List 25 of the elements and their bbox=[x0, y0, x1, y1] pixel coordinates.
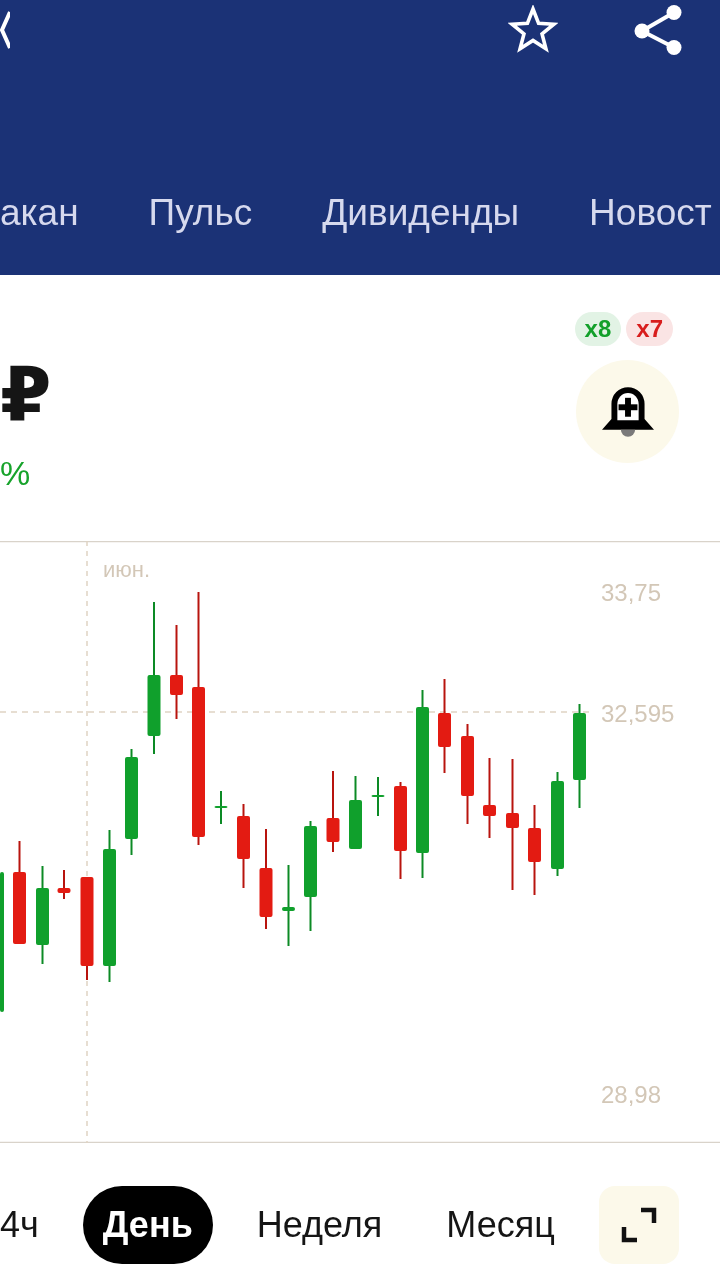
period-tab[interactable]: День bbox=[82, 1186, 213, 1264]
period-tab[interactable]: Месяц bbox=[426, 1186, 575, 1264]
share-icon[interactable] bbox=[634, 4, 682, 56]
count-badge: x8 bbox=[574, 312, 622, 346]
expand-icon bbox=[620, 1207, 657, 1243]
period-tab[interactable]: Неделя bbox=[236, 1186, 403, 1264]
falling-candle bbox=[57, 869, 71, 900]
back-icon[interactable] bbox=[0, 11, 10, 49]
price-change-text: % bbox=[0, 456, 31, 490]
expand-button[interactable] bbox=[598, 1186, 679, 1264]
section-tab[interactable]: Пульс bbox=[148, 191, 253, 235]
price-text: ₽ bbox=[0, 357, 52, 431]
rising-candle bbox=[371, 776, 385, 817]
month-label: июн. bbox=[103, 557, 151, 582]
star-icon[interactable] bbox=[508, 5, 558, 55]
price-axis-label: 28,98 bbox=[601, 1081, 662, 1108]
bell-plus-icon bbox=[601, 385, 654, 438]
last-price-label: 32,595 bbox=[601, 700, 675, 727]
section-tab[interactable]: Дивиденды bbox=[322, 191, 520, 235]
period-tab[interactable]: 4ч bbox=[0, 1186, 59, 1264]
section-tab[interactable]: Новост bbox=[589, 191, 712, 235]
section-tab[interactable]: акан bbox=[0, 191, 79, 235]
price-axis-label: 33,75 bbox=[601, 579, 662, 606]
rising-candle bbox=[214, 790, 228, 825]
count-badge: x7 bbox=[626, 312, 673, 346]
